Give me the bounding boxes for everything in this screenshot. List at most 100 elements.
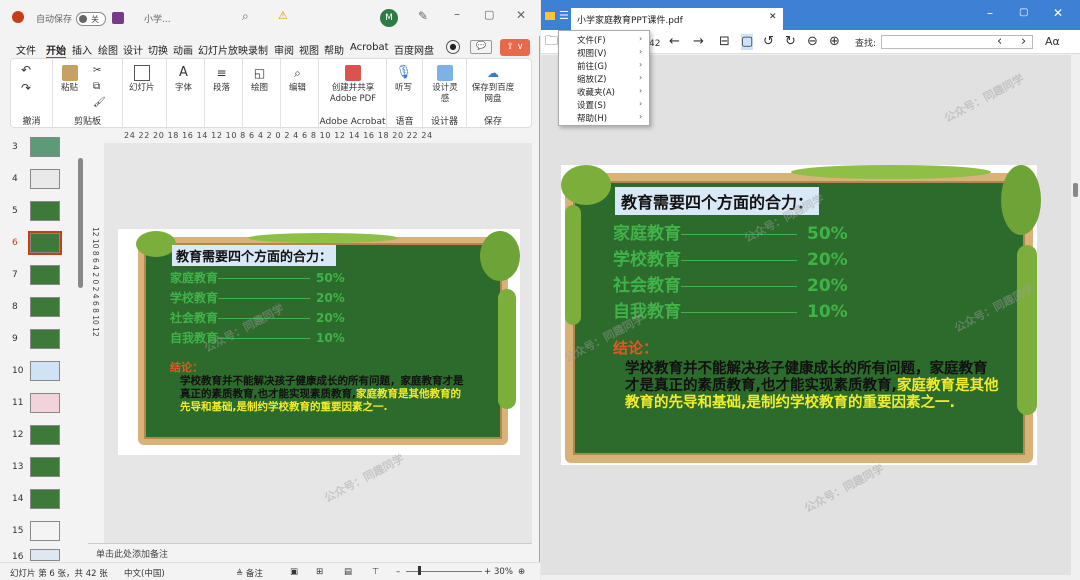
autosave-toggle[interactable]: 关 [76,12,106,26]
restore-icon[interactable]: ▢ [484,8,494,21]
zoom-out-icon[interactable]: ⊖ [807,34,818,50]
paste-button[interactable]: 粘贴 [61,65,78,94]
comment-icon[interactable]: 💬 [470,40,492,54]
notes-pane[interactable]: 单击此处添加备注 [88,543,532,561]
close-icon[interactable]: ✕ [1053,6,1063,20]
tab-help[interactable]: 帮助 [324,42,344,57]
minimize-icon[interactable]: – [987,6,993,20]
tab-acrobat[interactable]: Acrobat [350,42,389,53]
thumbnail-11[interactable]: 11 [0,388,88,420]
thumbnail-5[interactable]: 5 [0,196,88,228]
pen-icon[interactable]: ✎ [418,9,428,23]
thumbnail-10[interactable]: 10 [0,356,88,388]
slide-6[interactable]: 教育需要四个方面的合力： 家庭教育 50% 学校教育 20% 社会教育 20% 自我教… [118,229,520,455]
thumbnail-4[interactable]: 4 [0,164,88,196]
rotate-left-icon[interactable]: ↺ [763,34,774,50]
rotate-right-icon[interactable]: ↻ [785,34,796,50]
next-page-icon[interactable]: → [693,34,704,50]
redo-icon[interactable]: ↷ [21,82,31,94]
menu-help[interactable]: 帮助(H) [577,112,607,124]
search-previous-icon[interactable]: ‹ [997,34,1002,50]
close-tab-icon[interactable]: ✕ [769,12,777,22]
format-painter-icon[interactable]: 🖌 [93,97,106,108]
zoom-in-icon[interactable]: + [484,567,491,577]
thumbnail-12[interactable]: 12 [0,420,88,452]
tab-design[interactable]: 设计 [123,42,143,57]
thumbnail-scrollbar[interactable] [76,158,84,558]
tab-home[interactable]: 开始 [46,42,66,59]
previous-page-icon[interactable]: ← [669,34,680,50]
thumbnail-8[interactable]: 8 [0,292,88,324]
menu-view[interactable]: 视图(V) [577,47,606,59]
save-icon[interactable] [112,12,124,24]
chevron-right-icon: › [639,60,643,69]
tab-file[interactable]: 文件 [16,42,36,57]
vine-decoration [248,233,398,243]
thumbnail-3[interactable]: 3 [0,132,88,164]
tab-baidu[interactable]: 百度网盘 [394,42,434,57]
open-folder-icon[interactable]: 🗀 [545,34,558,50]
thumbnail-7[interactable]: 7 [0,260,88,292]
zoom-level[interactable]: 30% [494,567,513,577]
tab-draw[interactable]: 绘图 [98,42,118,57]
language-indicator[interactable]: 中文(中国) [124,567,165,579]
tab-insert[interactable]: 插入 [72,42,92,57]
tab-animations[interactable]: 动画 [173,42,193,57]
create-share-pdf-button[interactable]: 创建并共享 Adobe PDF [323,65,383,105]
tab-view[interactable]: 视图 [299,42,319,57]
thumbnail-9[interactable]: 9 [0,324,88,356]
zoom-in-icon[interactable]: ⊕ [829,34,840,50]
fit-slide-icon[interactable]: ⊕ [518,567,525,577]
two-page-icon[interactable]: ⊟ [719,34,730,50]
designer-button[interactable]: 设计灵感 [431,65,459,105]
font-button[interactable]: A 字体 [175,65,192,94]
tab-review[interactable]: 审阅 [274,42,294,57]
thumbnail-6[interactable]: 6 [0,228,88,260]
tab-record[interactable]: 录制 [248,42,268,57]
match-case-icon[interactable]: Aα [1045,34,1060,50]
normal-view-icon[interactable]: ▣ [290,567,298,577]
zoom-out-icon[interactable]: – [396,567,400,577]
search-next-icon[interactable]: › [1021,34,1026,50]
pdf-scrollbar[interactable] [1071,55,1080,575]
thumbnail-13[interactable]: 13 [0,452,88,484]
maximize-icon[interactable]: ▢ [1019,7,1028,18]
menu-file[interactable]: 文件(F) [577,34,606,46]
tab-transitions[interactable]: 切换 [148,42,168,57]
single-page-icon[interactable]: ▢ [741,34,754,50]
notes-toggle[interactable]: ≜ 备注 [236,567,263,579]
zoom-slider-thumb[interactable] [418,566,421,575]
share-button[interactable]: ⇪ ∨ [500,39,530,56]
autosave-label: 自动保存 [36,15,73,25]
warning-icon[interactable]: ⚠ [278,9,288,22]
save-baidu-button[interactable]: ☁ 保存到百度网盘 [471,65,515,105]
slide-editor[interactable]: 教育需要四个方面的合力： 家庭教育 50% 学校教育 20% 社会教育 20% 自我教… [104,143,532,543]
dictate-button[interactable]: 🎙 听写 [395,65,412,94]
menu-goto[interactable]: 前往(G) [577,60,607,72]
pdf-tab[interactable]: 小学家庭教育PPT课件.pdf ✕ [571,8,783,30]
cut-icon[interactable]: ✂ [93,65,101,76]
undo-icon[interactable]: ↶ [21,64,31,76]
designer-group: 设计灵感 设计器 [423,59,467,129]
tab-slideshow[interactable]: 幻灯片放映 [198,42,248,57]
thumbnail-14[interactable]: 14 [0,484,88,516]
menu-settings[interactable]: 设置(S) [577,99,606,111]
menu-icon[interactable]: ☰ [559,9,569,22]
slideshow-icon[interactable]: ⊤ [372,567,379,577]
record-icon[interactable]: ● [446,40,460,54]
close-icon[interactable]: ✕ [516,8,526,22]
editing-button[interactable]: ⌕ 编辑 [289,65,306,94]
row-self: 自我教育 10% [613,302,848,322]
menu-zoom[interactable]: 缩放(Z) [577,73,606,85]
reading-view-icon[interactable]: ▤ [344,567,352,577]
search-input[interactable] [881,35,1033,49]
menu-favorites[interactable]: 收藏夹(A) [577,86,615,98]
paragraph-button[interactable]: ≡ 段落 [213,65,230,94]
copy-icon[interactable]: ⧉ [93,81,100,92]
avatar[interactable]: M [380,9,398,27]
search-icon[interactable]: ⌕ [242,9,249,24]
drawing-button[interactable]: ◱ 绘图 [251,65,268,94]
minimize-icon[interactable]: – [454,7,460,21]
slides-button[interactable]: 幻灯片 [129,65,155,94]
slide-sorter-icon[interactable]: ⊞ [316,567,323,577]
